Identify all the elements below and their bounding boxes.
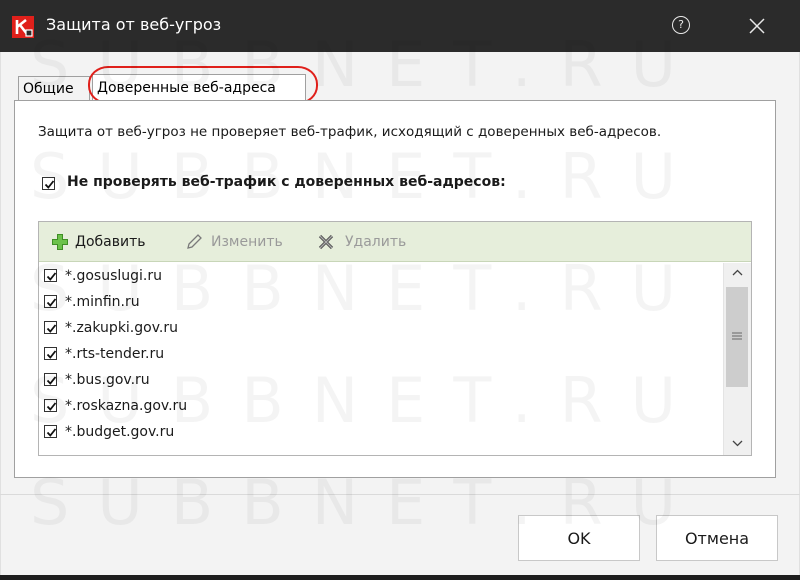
list-item-checkbox[interactable] (44, 399, 57, 412)
bottom-edge (0, 575, 800, 580)
list-item[interactable]: *.zakupki.gov.ru (40, 315, 720, 341)
list-item-label: *.roskazna.gov.ru (65, 398, 188, 414)
list-scrollbar[interactable] (723, 263, 751, 455)
close-icon (749, 18, 765, 34)
tab-general[interactable]: Общие (18, 76, 90, 100)
list-item-label: *.rts-tender.ru (65, 346, 165, 362)
delete-x-icon (318, 234, 334, 250)
list-item-checkbox[interactable] (44, 347, 57, 360)
checkmark-icon (44, 180, 55, 189)
list-item-checkbox[interactable] (44, 425, 57, 438)
plus-icon (52, 234, 68, 250)
chevron-down-icon (732, 440, 743, 447)
list-item[interactable]: *.gosuslugi.ru (40, 263, 720, 289)
title-bar: Защита от веб-угроз ? (0, 0, 800, 52)
edit-label: Изменить (211, 234, 283, 250)
delete-label: Удалить (345, 234, 407, 250)
list-item-label: *.minfin.ru (65, 294, 140, 310)
close-button[interactable] (742, 12, 772, 40)
list-item-checkbox[interactable] (44, 269, 57, 282)
tab-general-label: Общие (23, 81, 74, 97)
list-item-checkbox[interactable] (44, 321, 57, 334)
list-item-label: *.budget.gov.ru (65, 424, 175, 440)
skip-trusted-checkbox[interactable] (42, 177, 55, 190)
list-item-label: *.gosuslugi.ru (65, 268, 162, 284)
cancel-button[interactable]: Отмена (656, 515, 778, 561)
list-toolbar: Добавить Изменить Удалить (39, 222, 751, 262)
scroll-thumb[interactable] (726, 287, 748, 387)
description-text: Защита от веб-угроз не проверяет веб-тра… (38, 124, 662, 140)
list-item[interactable]: *.bus.gov.ru (40, 367, 720, 393)
window-title: Защита от веб-угроз (46, 15, 222, 34)
add-label: Добавить (75, 234, 146, 250)
list-item-checkbox[interactable] (44, 295, 57, 308)
list-item-label: *.zakupki.gov.ru (65, 320, 178, 336)
scroll-down-button[interactable] (724, 433, 751, 453)
list-item[interactable]: *.minfin.ru (40, 289, 720, 315)
grip-icon (732, 332, 742, 340)
kaspersky-logo-icon (12, 16, 34, 38)
list-item[interactable]: *.roskazna.gov.ru (40, 393, 720, 419)
pencil-icon (187, 234, 202, 249)
annotation-highlight-ellipse (88, 66, 318, 104)
chevron-up-icon (732, 269, 743, 276)
list-item[interactable]: *.budget.gov.ru (40, 419, 720, 445)
list-item-checkbox[interactable] (44, 373, 57, 386)
help-button[interactable]: ? (668, 12, 698, 40)
ok-button[interactable]: OK (518, 515, 640, 561)
skip-trusted-label: Не проверять веб-трафик с доверенных веб… (67, 174, 506, 190)
list-item-label: *.bus.gov.ru (65, 372, 150, 388)
list-item[interactable]: *.rts-tender.ru (40, 341, 720, 367)
help-circle-icon: ? (672, 16, 690, 34)
scroll-up-button[interactable] (724, 263, 751, 283)
footer-separator (0, 494, 800, 495)
